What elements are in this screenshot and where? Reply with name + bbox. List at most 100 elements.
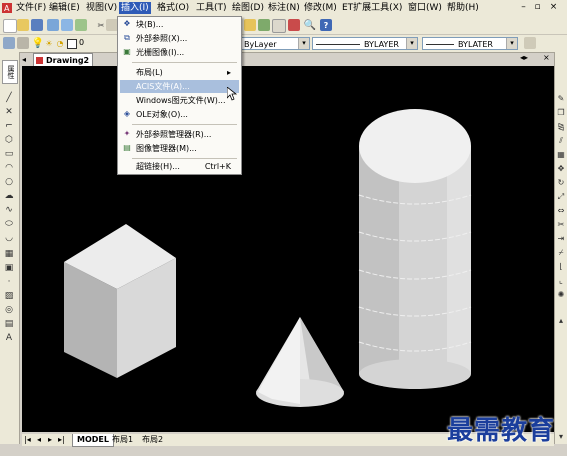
lineweight-control[interactable]: BYLATER ▾	[422, 37, 518, 50]
markup-icon[interactable]	[288, 19, 300, 31]
help-icon[interactable]: ?	[320, 19, 332, 31]
copy-object-icon[interactable]: ❐	[556, 108, 566, 118]
menu-et-tools[interactable]: ET扩展工具(X)	[340, 2, 404, 14]
save-icon[interactable]	[31, 19, 43, 31]
app-icon[interactable]: A	[2, 3, 12, 13]
point-tool-icon[interactable]: ·	[3, 276, 15, 288]
ellipse-arc-tool-icon[interactable]: ◡	[3, 232, 15, 244]
spline-tool-icon[interactable]: ∿	[3, 204, 15, 216]
menu-item-acis-file[interactable]: ACIS文件(A)...	[120, 80, 239, 93]
scroll-down-icon[interactable]: ▾	[556, 432, 566, 442]
move-tool-icon[interactable]: ✥	[556, 164, 566, 174]
document-tab[interactable]: Drawing2	[33, 53, 93, 66]
menu-item-ole-object[interactable]: ◈ OLE对象(O)...	[120, 108, 239, 121]
menu-item-block[interactable]: ❖ 块(B)...	[120, 18, 239, 31]
restore-button[interactable]: ▫	[532, 2, 543, 13]
tab-scroll-left-icon[interactable]: ◂	[22, 55, 26, 64]
erase-tool-icon[interactable]: ✎	[556, 94, 566, 104]
make-block-icon[interactable]: ▣	[3, 262, 15, 274]
publish-icon[interactable]	[75, 19, 87, 31]
region-tool-icon[interactable]: ◎	[3, 304, 15, 316]
scroll-up-icon[interactable]: ▴	[556, 316, 566, 326]
drawing-icon	[36, 57, 43, 64]
circle-tool-icon[interactable]: ○	[3, 176, 15, 188]
properties-icon[interactable]	[272, 19, 286, 33]
menu-insert[interactable]: 插入(I)	[119, 2, 151, 14]
table-tool-icon[interactable]: ▤	[3, 318, 15, 330]
break-tool-icon[interactable]: ⌿	[556, 248, 566, 258]
menu-window[interactable]: 窗口(W)	[406, 2, 444, 14]
tab-layout1[interactable]: 布局1	[108, 434, 137, 446]
tab-layout2[interactable]: 布局2	[138, 434, 167, 446]
line-sample	[426, 44, 454, 45]
menu-bar: 文件(F) 编辑(E) 视图(V) 插入(I) 格式(O) 工具(T) 绘图(D…	[0, 0, 567, 17]
revcloud-tool-icon[interactable]: ☁	[3, 190, 15, 202]
menu-view[interactable]: 视图(V)	[84, 2, 119, 14]
print-icon[interactable]	[47, 19, 59, 31]
layer-manager-icon[interactable]	[3, 37, 15, 49]
scale-tool-icon[interactable]: ⤢	[556, 192, 566, 202]
insert-block-icon[interactable]: ▦	[3, 248, 15, 260]
close-button[interactable]: ×	[548, 2, 559, 13]
explode-tool-icon[interactable]: ✺	[556, 290, 566, 300]
rotate-tool-icon[interactable]: ↻	[556, 178, 566, 188]
menu-help[interactable]: 帮助(H)	[445, 2, 481, 14]
new-icon[interactable]	[3, 19, 17, 33]
model-space-viewport[interactable]	[22, 66, 554, 432]
xref-icon: ⧉	[124, 33, 130, 42]
document-close-icon[interactable]: ×	[543, 53, 550, 62]
block-icon: ❖	[123, 19, 131, 28]
tool-palette-icon[interactable]	[258, 19, 270, 31]
prev-tab-button[interactable]: ◂	[37, 434, 41, 446]
extend-tool-icon[interactable]: ⇥	[556, 234, 566, 244]
polygon-tool-icon[interactable]: ⬡	[3, 134, 15, 146]
menu-item-hyperlink[interactable]: 超链接(H)... Ctrl+K	[120, 160, 239, 173]
design-center-icon[interactable]	[244, 19, 256, 31]
fillet-tool-icon[interactable]: ⌞	[556, 276, 566, 286]
stretch-tool-icon[interactable]: ⇔	[556, 206, 566, 216]
color-control[interactable]: ByLayer ▾	[240, 37, 310, 50]
layers-toolbar: 💡 ☀ ◔ 0 ByLayer ▾ BYLAYER ▾ BYLATER ▾	[0, 35, 567, 53]
zoom-icon[interactable]: 🔍	[304, 19, 316, 31]
menu-dimension[interactable]: 标注(N)	[266, 2, 302, 14]
hatch-tool-icon[interactable]: ▨	[3, 290, 15, 302]
chamfer-tool-icon[interactable]: ⌊	[556, 262, 566, 272]
menu-edit[interactable]: 编辑(E)	[47, 2, 82, 14]
linetype-control[interactable]: BYLAYER ▾	[312, 37, 418, 50]
plot-preview-icon[interactable]	[61, 19, 73, 31]
watermark-logo: 最需教育	[447, 416, 556, 446]
array-tool-icon[interactable]: ▦	[556, 150, 566, 160]
mirror-tool-icon[interactable]: ⧎	[556, 122, 566, 132]
menu-item-xref-manager[interactable]: ✦ 外部参照管理器(R)...	[120, 128, 239, 141]
last-tab-button[interactable]: ▸|	[58, 434, 65, 446]
first-tab-button[interactable]: |◂	[24, 434, 31, 446]
tab-nav-icon[interactable]: ◂▸	[520, 53, 528, 62]
polyline-tool-icon[interactable]: ⌐	[3, 120, 15, 132]
layer-lock-icon: ◔	[56, 38, 64, 48]
xline-tool-icon[interactable]: ✕	[3, 106, 15, 118]
mtext-tool-icon[interactable]: A	[3, 332, 15, 344]
menu-item-xref[interactable]: ⧉ 外部参照(X)...	[120, 32, 239, 45]
linetype-value: BYLAYER	[364, 40, 399, 49]
menu-file[interactable]: 文件(F)	[14, 2, 48, 14]
menu-item-windows-metafile[interactable]: Windows图元文件(W)...	[120, 94, 239, 107]
offset-tool-icon[interactable]: ⫽	[556, 136, 566, 146]
ellipse-tool-icon[interactable]: ⬭	[3, 218, 15, 230]
menu-item-image-manager[interactable]: ▤ 图像管理器(M)...	[120, 142, 239, 155]
menu-item-layout[interactable]: 布局(L) ▸	[120, 66, 239, 79]
next-tab-button[interactable]: ▸	[48, 434, 52, 446]
menu-format[interactable]: 格式(O)	[155, 2, 191, 14]
plot-style-icon[interactable]	[524, 37, 536, 49]
minimize-button[interactable]: –	[518, 2, 529, 13]
layer-state-icon[interactable]	[17, 37, 29, 49]
menu-modify[interactable]: 修改(M)	[302, 2, 339, 14]
menu-item-raster-image[interactable]: ▣ 光栅图像(I)...	[120, 46, 239, 59]
arc-tool-icon[interactable]: ◠	[3, 162, 15, 174]
open-icon[interactable]	[17, 19, 29, 31]
rectangle-tool-icon[interactable]: ▭	[3, 148, 15, 160]
line-tool-icon[interactable]: ╱	[3, 92, 15, 104]
trim-tool-icon[interactable]: ✂	[556, 220, 566, 230]
menu-draw[interactable]: 绘图(D)	[230, 2, 266, 14]
properties-tab[interactable]: 属性	[2, 60, 18, 84]
menu-tools[interactable]: 工具(T)	[194, 2, 229, 14]
